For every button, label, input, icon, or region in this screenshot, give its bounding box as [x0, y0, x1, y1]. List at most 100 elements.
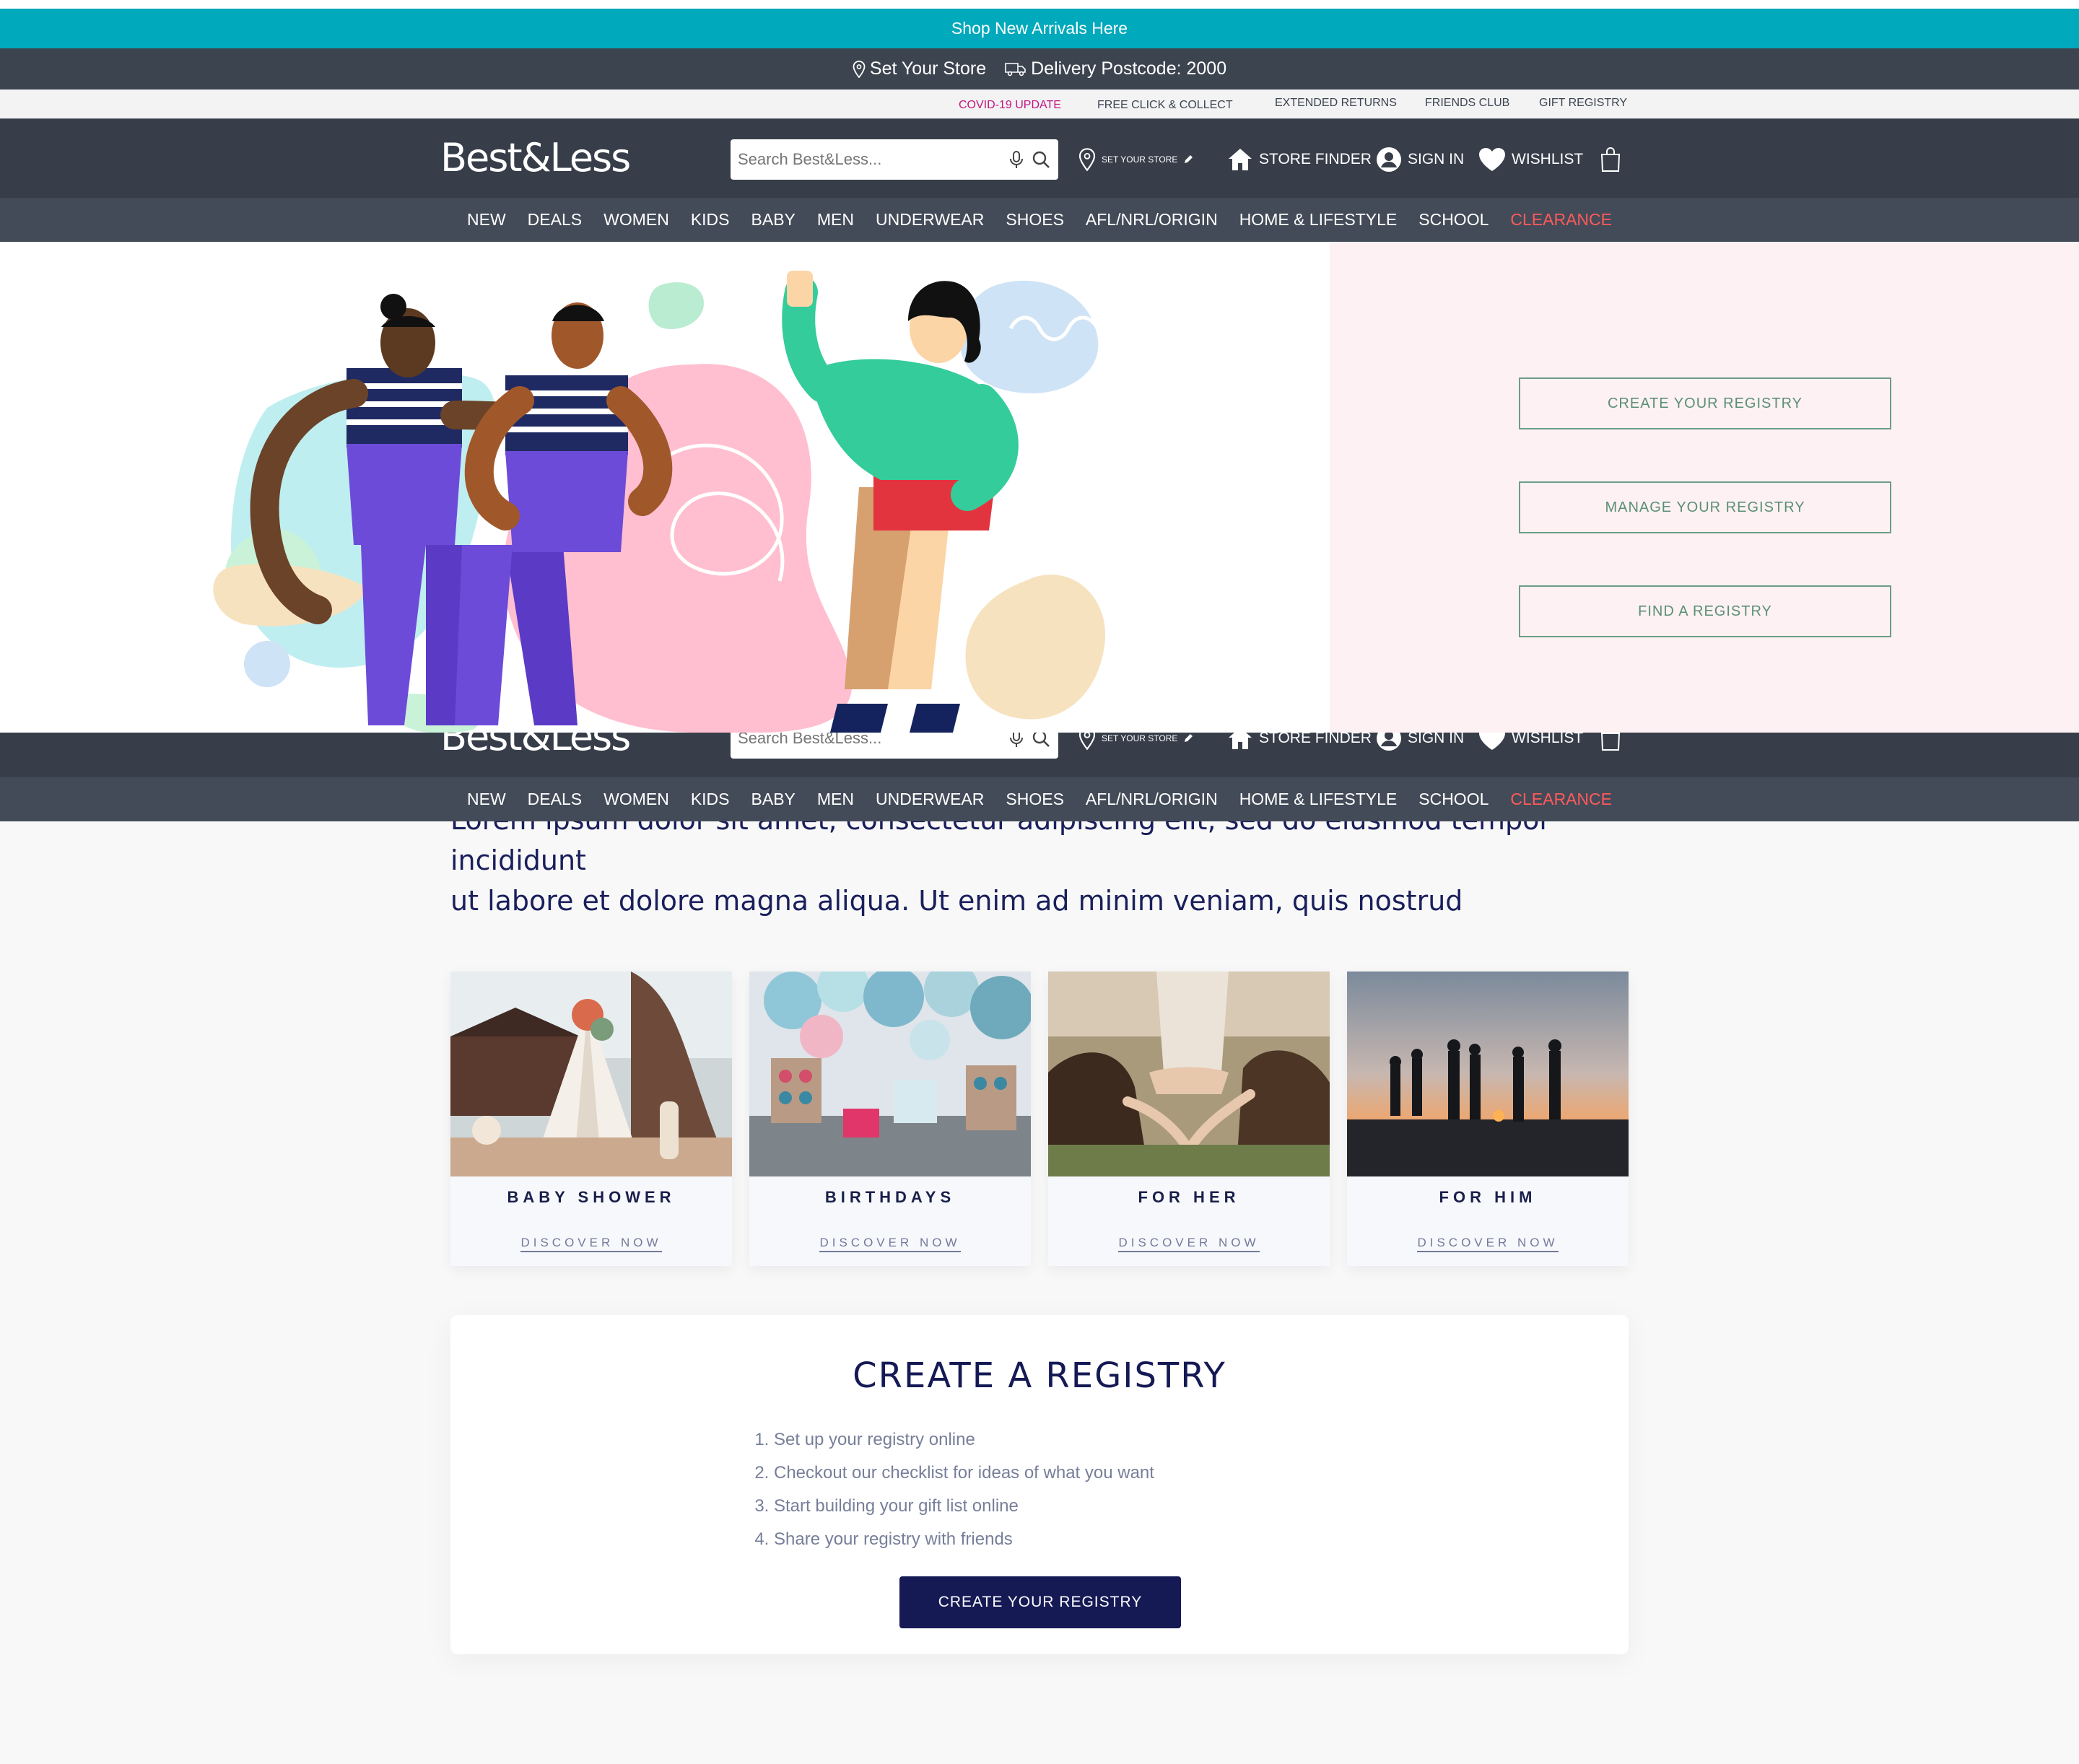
covid-update-link[interactable]: COVID-19 UPDATE [959, 99, 1061, 112]
category-card-birthdays[interactable]: BIRTHDAYS DISCOVER NOW [749, 971, 1031, 1266]
nav-item-men[interactable]: MEN [806, 210, 865, 230]
sticky-nav-item-school[interactable]: SCHOOL [1408, 790, 1499, 809]
card-title-birthdays: BIRTHDAYS [824, 1188, 956, 1206]
header-set-store[interactable]: SET YOUR STORE [1078, 145, 1193, 174]
sticky-nav-item-clearance[interactable]: CLEARANCE [1499, 790, 1623, 809]
nav-item-home[interactable]: HOME & LIFESTYLE [1229, 210, 1408, 230]
discover-now-link-for-her[interactable]: DISCOVER NOW [1118, 1236, 1260, 1252]
category-card-for-her[interactable]: FOR HER DISCOVER NOW [1048, 971, 1330, 1266]
registry-step: Share your registry with friends [774, 1523, 1154, 1556]
registry-step: Checkout our checklist for ideas of what… [774, 1457, 1154, 1490]
sticky-nav-item-afl[interactable]: AFL/NRL/ORIGIN [1075, 790, 1229, 809]
sticky-set-store[interactable]: SET YOUR STORE [1078, 733, 1193, 753]
category-card-baby-shower[interactable]: BABY SHOWER DISCOVER NOW [450, 971, 732, 1266]
nav-item-underwear[interactable]: UNDERWEAR [865, 210, 995, 230]
bag-icon [1600, 147, 1621, 172]
click-collect-link[interactable]: FREE CLICK & COLLECT [1097, 99, 1233, 112]
promo-text[interactable]: Shop New Arrivals Here [951, 19, 1128, 38]
bag-button[interactable] [1600, 145, 1621, 174]
delivery-bar: Set Your Store Delivery Postcode: 2000 [0, 48, 2079, 89]
sticky-wishlist-link[interactable]: WISHLIST [1478, 733, 1583, 753]
sticky-search-box[interactable] [731, 733, 1058, 759]
pin-icon [1078, 733, 1096, 751]
user-icon [1377, 733, 1401, 751]
nav-item-baby[interactable]: BABY [741, 210, 806, 230]
discover-now-link-baby-shower[interactable]: DISCOVER NOW [520, 1236, 662, 1252]
sticky-set-your-store-label: SET YOUR STORE [1102, 733, 1178, 743]
sticky-logo[interactable]: Best&Less [440, 733, 631, 759]
house-icon [1229, 149, 1252, 170]
registry-step: Start building your gift list online [774, 1490, 1154, 1523]
baby-shower-image [450, 971, 732, 1176]
registry-steps-list: Set up your registry online Checkout our… [749, 1423, 1154, 1556]
sign-in-link[interactable]: SIGN IN [1376, 145, 1464, 174]
nav-item-new[interactable]: NEW [456, 210, 517, 230]
extended-returns-link[interactable]: EXTENDED RETURNS [1275, 97, 1397, 110]
promo-bar[interactable]: Shop New Arrivals Here [0, 9, 2079, 48]
nav-item-school[interactable]: SCHOOL [1408, 210, 1499, 230]
truck-icon [1005, 62, 1026, 76]
sticky-nav-item-men[interactable]: MEN [806, 790, 865, 809]
category-card-for-him[interactable]: FOR HIM DISCOVER NOW [1347, 971, 1629, 1266]
sticky-nav-item-women[interactable]: WOMEN [593, 790, 680, 809]
pin-icon [853, 60, 866, 78]
discover-now-link-birthdays[interactable]: DISCOVER NOW [819, 1236, 961, 1252]
sticky-nav-item-home[interactable]: HOME & LIFESTYLE [1229, 790, 1408, 809]
utility-links: COVID-19 UPDATE FREE CLICK & COLLECT EXT… [0, 89, 2079, 118]
mic-icon[interactable] [1006, 733, 1027, 748]
for-him-image [1347, 971, 1629, 1176]
search-box[interactable] [731, 139, 1058, 180]
nav-item-deals[interactable]: DEALS [517, 210, 593, 230]
set-your-store-label: SET YOUR STORE [1102, 154, 1178, 165]
edit-icon [1185, 155, 1193, 163]
sticky-store-finder-label: STORE FINDER [1259, 733, 1372, 746]
create-registry-panel: CREATE A REGISTRY Set up your registry o… [450, 1315, 1629, 1654]
friends-club-link[interactable]: FRIENDS CLUB [1425, 97, 1509, 110]
store-finder-link[interactable]: STORE FINDER [1227, 145, 1372, 174]
category-nav: NEW DEALS WOMEN KIDS BABY MEN UNDERWEAR … [0, 198, 2079, 242]
main-header: Best&Less SET YOUR STORE STORE FINDER SI… [0, 118, 2079, 198]
sticky-nav-item-shoes[interactable]: SHOES [995, 790, 1075, 809]
edit-icon [1185, 734, 1193, 742]
nav-item-women[interactable]: WOMEN [593, 210, 680, 230]
sticky-nav-item-new[interactable]: NEW [456, 790, 517, 809]
sticky-header-clip: Best&Less SET YOUR STORE STORE FINDER SI… [0, 733, 2079, 777]
search-icon[interactable] [1031, 149, 1051, 170]
heart-icon [1479, 733, 1505, 750]
sticky-search-input[interactable] [738, 733, 1002, 748]
create-your-registry-button[interactable]: CREATE YOUR REGISTRY [1519, 377, 1891, 429]
manage-your-registry-button[interactable]: MANAGE YOUR REGISTRY [1519, 481, 1891, 533]
nav-item-afl[interactable]: AFL/NRL/ORIGIN [1075, 210, 1229, 230]
set-store-label: Set Your Store [869, 58, 987, 79]
sticky-bag-button[interactable] [1600, 733, 1621, 753]
sticky-sign-in-label: SIGN IN [1408, 733, 1465, 746]
house-icon [1229, 733, 1252, 749]
mic-icon[interactable] [1006, 149, 1027, 170]
sticky-header: Best&Less SET YOUR STORE STORE FINDER SI… [0, 733, 2079, 777]
find-a-registry-button[interactable]: FIND A REGISTRY [1519, 585, 1891, 637]
set-store-link[interactable]: Set Your Store [853, 58, 986, 79]
sticky-store-finder-link[interactable]: STORE FINDER [1227, 733, 1372, 753]
search-icon[interactable] [1031, 733, 1051, 748]
logo[interactable]: Best&Less [440, 135, 631, 180]
card-title-baby-shower: BABY SHOWER [507, 1188, 676, 1206]
gift-registry-link[interactable]: GIFT REGISTRY [1539, 97, 1627, 110]
nav-item-kids[interactable]: KIDS [680, 210, 741, 230]
sticky-nav-item-kids[interactable]: KIDS [680, 790, 741, 809]
wishlist-link[interactable]: WISHLIST [1478, 145, 1583, 174]
sticky-wishlist-label: WISHLIST [1512, 733, 1584, 746]
store-finder-label: STORE FINDER [1259, 151, 1372, 167]
sticky-nav-item-underwear[interactable]: UNDERWEAR [865, 790, 995, 809]
delivery-postcode-label: Delivery Postcode: 2000 [1031, 58, 1227, 79]
sticky-sign-in-link[interactable]: SIGN IN [1376, 733, 1464, 753]
delivery-postcode-link[interactable]: Delivery Postcode: 2000 [1005, 58, 1226, 79]
discover-now-link-for-him[interactable]: DISCOVER NOW [1417, 1236, 1559, 1252]
intro-line-2: ut labore et dolore magna aliqua. Ut eni… [450, 885, 1463, 917]
nav-item-shoes[interactable]: SHOES [995, 210, 1075, 230]
create-your-registry-cta[interactable]: CREATE YOUR REGISTRY [899, 1576, 1181, 1628]
sticky-category-nav: NEW DEALS WOMEN KIDS BABY MEN UNDERWEAR … [0, 777, 2079, 821]
nav-item-clearance[interactable]: CLEARANCE [1499, 210, 1623, 230]
search-input[interactable] [738, 150, 1002, 169]
sticky-nav-item-baby[interactable]: BABY [741, 790, 806, 809]
sticky-nav-item-deals[interactable]: DEALS [517, 790, 593, 809]
